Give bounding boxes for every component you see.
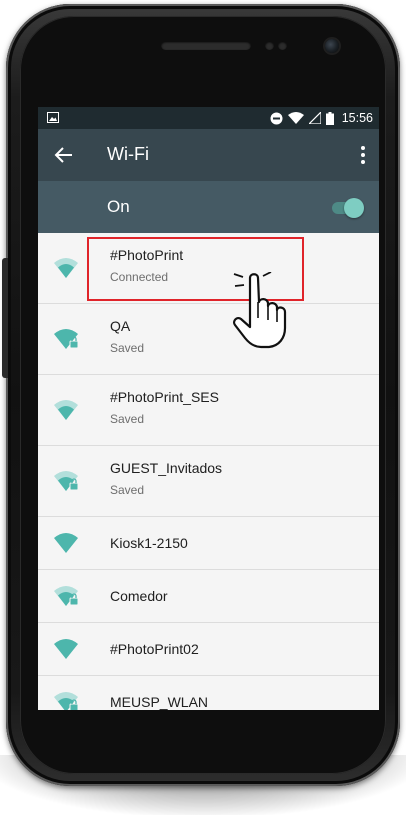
network-ssid: GUEST_Invitados <box>110 460 223 476</box>
network-ssid: Comedor <box>110 588 168 604</box>
wifi-signal-secured-icon <box>54 692 79 710</box>
network-item-guest-invitados[interactable]: GUEST_Invitados Saved <box>38 446 379 517</box>
wifi-signal-medium-icon <box>54 258 78 278</box>
network-ssid: #PhotoPrint_SES <box>110 389 219 405</box>
network-ssid: Kiosk1-2150 <box>110 535 188 551</box>
side-volume-button <box>2 258 8 378</box>
network-item-photoprint[interactable]: #PhotoPrint Connected <box>38 233 379 304</box>
wifi-signal-secured-icon <box>54 329 79 349</box>
earpiece-speaker <box>161 41 251 50</box>
more-vert-icon[interactable] <box>359 145 367 165</box>
network-ssid: MEUSP_WLAN <box>110 694 209 710</box>
wifi-switch-bar[interactable]: On <box>38 181 379 233</box>
sensor-dot <box>278 41 287 50</box>
wifi-switch-label: On <box>107 197 130 216</box>
network-item-kiosk1-2150[interactable]: Kiosk1-2150 <box>38 517 379 570</box>
network-status: Saved <box>110 483 145 497</box>
status-bar: 15:56 <box>38 107 379 129</box>
status-time: 15:56 <box>341 111 373 125</box>
toggle-thumb <box>344 198 364 218</box>
network-list: #PhotoPrint Connected QA Saved #PhotoPri… <box>38 233 379 710</box>
network-ssid: #PhotoPrint <box>110 247 184 263</box>
network-ssid: #PhotoPrint02 <box>110 641 199 657</box>
network-item-photoprint-ses[interactable]: #PhotoPrint_SES Saved <box>38 375 379 446</box>
wifi-icon <box>287 112 304 124</box>
do-not-disturb-icon <box>270 112 283 124</box>
network-status: Saved <box>110 341 145 355</box>
image-icon <box>47 112 59 123</box>
front-camera <box>325 39 339 53</box>
battery-icon <box>325 111 334 125</box>
network-status: Connected <box>110 270 169 284</box>
network-item-qa[interactable]: QA Saved <box>38 304 379 375</box>
wifi-signal-secured-icon <box>54 471 79 491</box>
network-item-meusp-wlan[interactable]: MEUSP_WLAN <box>38 676 379 710</box>
wifi-signal-medium-icon <box>54 400 78 420</box>
wifi-signal-full-icon <box>54 533 78 553</box>
wifi-toggle-switch[interactable] <box>332 198 364 218</box>
sensor-dot <box>265 41 274 50</box>
network-item-comedor[interactable]: Comedor <box>38 570 379 623</box>
status-icons: 15:56 <box>270 107 373 129</box>
network-ssid: QA <box>110 318 131 334</box>
network-status: Saved <box>110 412 145 426</box>
network-item-photoprint02[interactable]: #PhotoPrint02 <box>38 623 379 676</box>
wifi-signal-secured-icon <box>54 586 79 606</box>
screen: 15:56 Wi-Fi On #PhotoPrint Connected QA … <box>38 107 379 710</box>
page-title: Wi-Fi <box>107 144 149 164</box>
wifi-signal-full-icon <box>54 639 78 659</box>
arrow-back-icon[interactable] <box>54 145 74 165</box>
app-bar: Wi-Fi <box>38 129 379 181</box>
pointing-hand-icon <box>233 272 287 349</box>
signal-icon <box>308 112 321 124</box>
